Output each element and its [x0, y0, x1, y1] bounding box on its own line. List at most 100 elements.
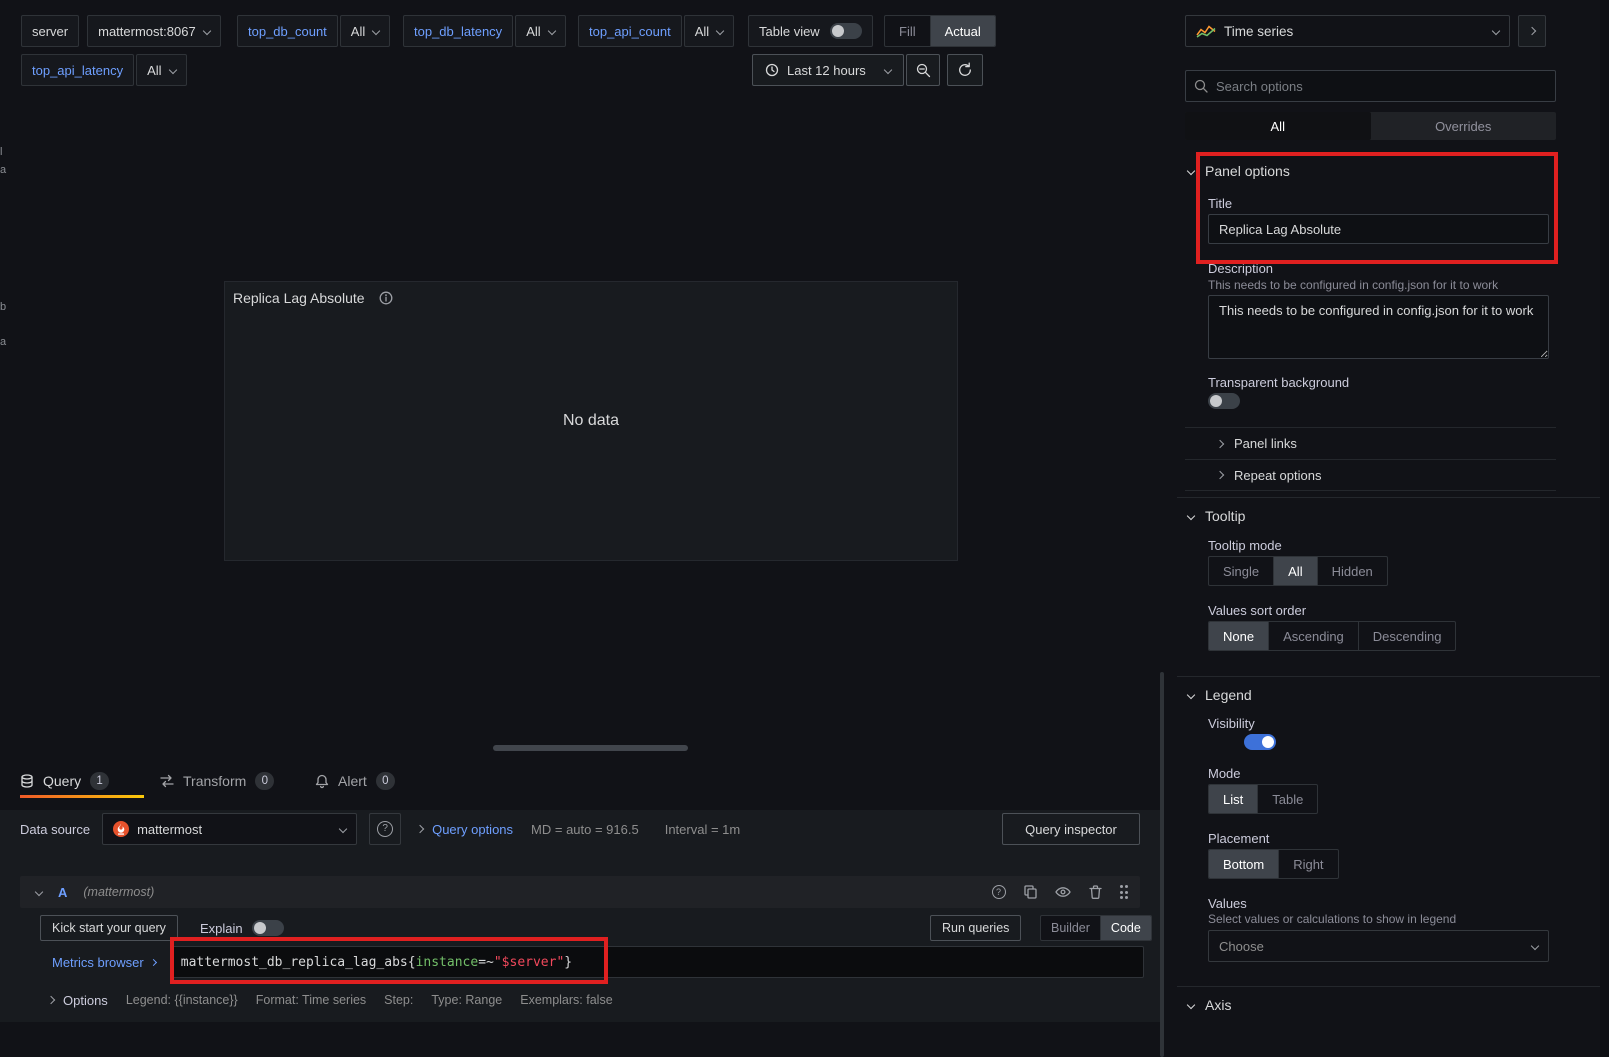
chevron-down-icon [716, 27, 724, 35]
eye-icon[interactable] [1055, 886, 1071, 898]
panel-description-textarea[interactable]: This needs to be configured in config.js… [1208, 295, 1549, 359]
chevron-down-icon [1187, 167, 1195, 175]
section-axis[interactable]: Axis [1188, 994, 1231, 1016]
collapse-options-button[interactable] [1518, 15, 1546, 47]
variable-label: top_api_latency [21, 54, 134, 86]
section-divider [1177, 497, 1609, 498]
query-row-header[interactable]: A (mattermost) ? [20, 876, 1140, 908]
section-legend[interactable]: Legend [1188, 684, 1252, 706]
placement-right[interactable]: Right [1279, 850, 1337, 878]
query-help-icon[interactable]: ? [992, 885, 1006, 899]
copy-icon[interactable] [1024, 885, 1037, 899]
search-options-input[interactable] [1185, 70, 1556, 102]
options-tabs: All Overrides [1185, 112, 1556, 140]
variable-label: top_db_latency [403, 15, 513, 47]
resize-handle[interactable] [493, 745, 688, 751]
sort-none[interactable]: None [1209, 622, 1269, 650]
options-label: Options [63, 993, 108, 1008]
refresh-button[interactable] [947, 54, 983, 86]
title-field-label: Title [1208, 196, 1232, 211]
query-expression-input[interactable]: mattermost_db_replica_lag_abs{instance=~… [170, 946, 1144, 978]
clipped-text: l [0, 146, 2, 158]
clipped-text: b [0, 301, 6, 313]
drag-handle-icon[interactable] [1120, 885, 1129, 899]
tab-all[interactable]: All [1185, 112, 1371, 140]
expr-label: instance [416, 955, 479, 970]
kick-start-button[interactable]: Kick start your query [40, 915, 178, 941]
table-view-label: Table view [759, 24, 820, 39]
variable-value-dropdown[interactable]: All [515, 15, 565, 47]
legend-mode-table[interactable]: Table [1258, 785, 1317, 813]
transparent-background-label: Transparent background [1208, 375, 1349, 390]
legend-visibility-toggle[interactable] [1244, 734, 1276, 750]
code-option[interactable]: Code [1101, 916, 1151, 940]
sort-ascending[interactable]: Ascending [1269, 622, 1359, 650]
trash-icon[interactable] [1089, 885, 1102, 899]
help-icon: ? [377, 821, 393, 837]
query-options-toggle[interactable]: Query options [417, 822, 513, 837]
explain-control: Explain [200, 920, 284, 936]
interval-info: Interval = 1m [665, 822, 741, 837]
transparent-background-toggle[interactable] [1208, 393, 1240, 409]
tab-query[interactable]: Query 1 [20, 765, 109, 797]
explain-toggle[interactable] [252, 920, 284, 936]
variable-value-text: All [147, 63, 161, 78]
chevron-right-icon [1528, 27, 1536, 35]
builder-option[interactable]: Builder [1041, 916, 1101, 940]
zoom-out-button[interactable] [906, 54, 940, 86]
datasource-picker[interactable]: mattermost [102, 813, 357, 845]
search-icon [1194, 79, 1208, 93]
tab-alert[interactable]: Alert 0 [315, 765, 395, 797]
run-queries-label: Run queries [942, 921, 1009, 935]
variable-server-value-dropdown[interactable]: mattermost:8067 [87, 15, 221, 47]
active-tab-indicator [20, 795, 144, 798]
metrics-browser-button[interactable]: Metrics browser [40, 946, 170, 978]
chevron-down-icon [202, 27, 210, 35]
timeseries-viz-icon [1196, 24, 1216, 38]
visualization-picker[interactable]: Time series [1185, 15, 1510, 47]
tab-overrides[interactable]: Overrides [1371, 112, 1557, 140]
section-tooltip[interactable]: Tooltip [1188, 505, 1245, 527]
legend-visibility-label: Visibility [1208, 716, 1255, 731]
explain-label: Explain [200, 921, 243, 936]
sort-descending[interactable]: Descending [1359, 622, 1456, 650]
panel-links-row[interactable]: Panel links [1185, 427, 1556, 459]
repeat-options-row[interactable]: Repeat options [1185, 459, 1556, 491]
table-view-control: Table view [748, 15, 873, 47]
legend-values-select[interactable]: Choose [1208, 930, 1549, 962]
chevron-down-icon [884, 66, 892, 74]
query-inspector-button[interactable]: Query inspector [1002, 813, 1140, 845]
time-range-text: Last 12 hours [787, 63, 866, 78]
variable-value-dropdown[interactable]: All [684, 15, 734, 47]
datasource-help-button[interactable]: ? [369, 813, 401, 845]
fill-option[interactable]: Fill [885, 16, 931, 46]
tooltip-mode-hidden[interactable]: Hidden [1318, 557, 1387, 585]
tooltip-mode-all[interactable]: All [1274, 557, 1317, 585]
tooltip-mode-single[interactable]: Single [1209, 557, 1274, 585]
chevron-down-icon [372, 27, 380, 35]
variable-value-dropdown[interactable]: All [136, 54, 186, 86]
section-panel-options[interactable]: Panel options [1188, 160, 1290, 182]
bell-icon [315, 774, 329, 789]
sidebar-scrollbar[interactable] [1600, 0, 1609, 1057]
actual-option[interactable]: Actual [931, 16, 995, 46]
tab-label: Alert [338, 773, 367, 789]
variable-value-dropdown[interactable]: All [340, 15, 390, 47]
run-queries-button[interactable]: Run queries [930, 915, 1021, 941]
options-toggle[interactable]: Options [48, 993, 108, 1008]
chevron-down-icon [35, 888, 43, 896]
variable-label-text: server [32, 24, 68, 39]
time-range-picker[interactable]: Last 12 hours [752, 54, 904, 86]
table-view-toggle[interactable] [830, 23, 862, 39]
tab-transform[interactable]: Transform 0 [160, 765, 274, 797]
variable-label-text: top_api_latency [32, 63, 123, 78]
panel-title-input[interactable] [1208, 214, 1549, 244]
zoom-out-icon [916, 63, 931, 78]
scrollbar-thumb[interactable] [1160, 672, 1164, 1057]
chevron-down-icon [1187, 512, 1195, 520]
legend-values-placeholder: Choose [1219, 939, 1264, 954]
placement-bottom[interactable]: Bottom [1209, 850, 1279, 878]
legend-mode-list[interactable]: List [1209, 785, 1258, 813]
repeat-options-label: Repeat options [1234, 468, 1321, 483]
variable-value-text: mattermost:8067 [98, 24, 196, 39]
